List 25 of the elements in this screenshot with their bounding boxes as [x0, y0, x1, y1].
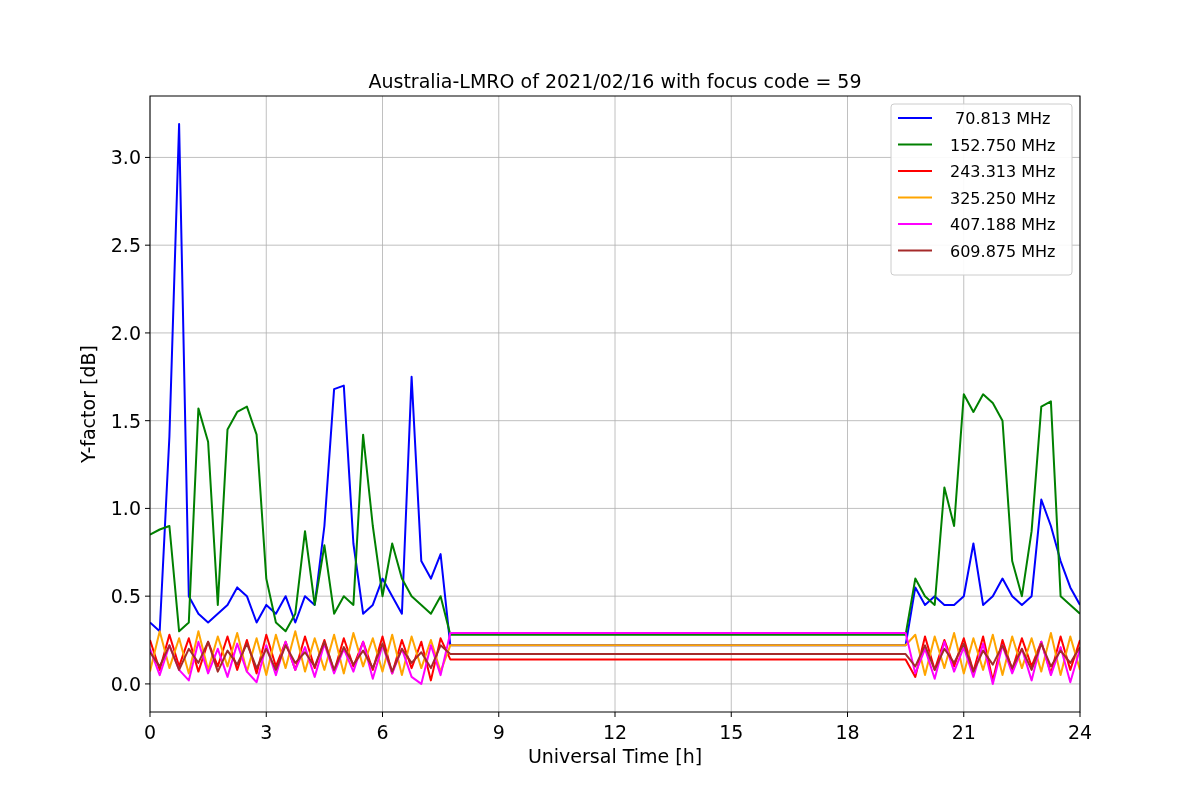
x-tick-label: 6	[376, 721, 389, 743]
y-tick-label: 0.0	[110, 672, 141, 695]
x-tick-label: 3	[260, 721, 273, 743]
y-tick-label: 3.0	[110, 146, 141, 169]
y-tick-label: 2.0	[110, 321, 141, 344]
chart-title: Australia-LMRO of 2021/02/16 with focus code = 59	[368, 70, 862, 92]
legend-label: 325.250 MHz	[950, 188, 1056, 208]
y-tick-label: 0.5	[110, 585, 141, 608]
legend-label: 152.750 MHz	[950, 135, 1056, 155]
y-tick-label: 1.5	[110, 409, 141, 432]
x-axis-label: Universal Time [h]	[527, 745, 703, 767]
x-tick-label: 18	[835, 721, 860, 743]
x-tick-label: 0	[143, 721, 157, 743]
legend-label: 609.875 MHz	[950, 241, 1056, 261]
x-tick-label: 9	[492, 721, 505, 743]
x-tick-label: 24	[1067, 721, 1093, 743]
legend-label: 407.188 MHz	[950, 215, 1056, 234]
y-tick-label: 1.0	[110, 497, 141, 520]
x-tick-label: 21	[951, 721, 976, 743]
y-tick-label: 2.5	[110, 234, 141, 257]
x-tick-label: 15	[719, 721, 744, 743]
legend-label: 70.813 MHz	[955, 109, 1051, 128]
x-tick-label: 12	[602, 721, 628, 743]
legend-label: 243.313 MHz	[950, 162, 1056, 181]
y-axis-label: Y-factor [dB]	[77, 345, 99, 463]
